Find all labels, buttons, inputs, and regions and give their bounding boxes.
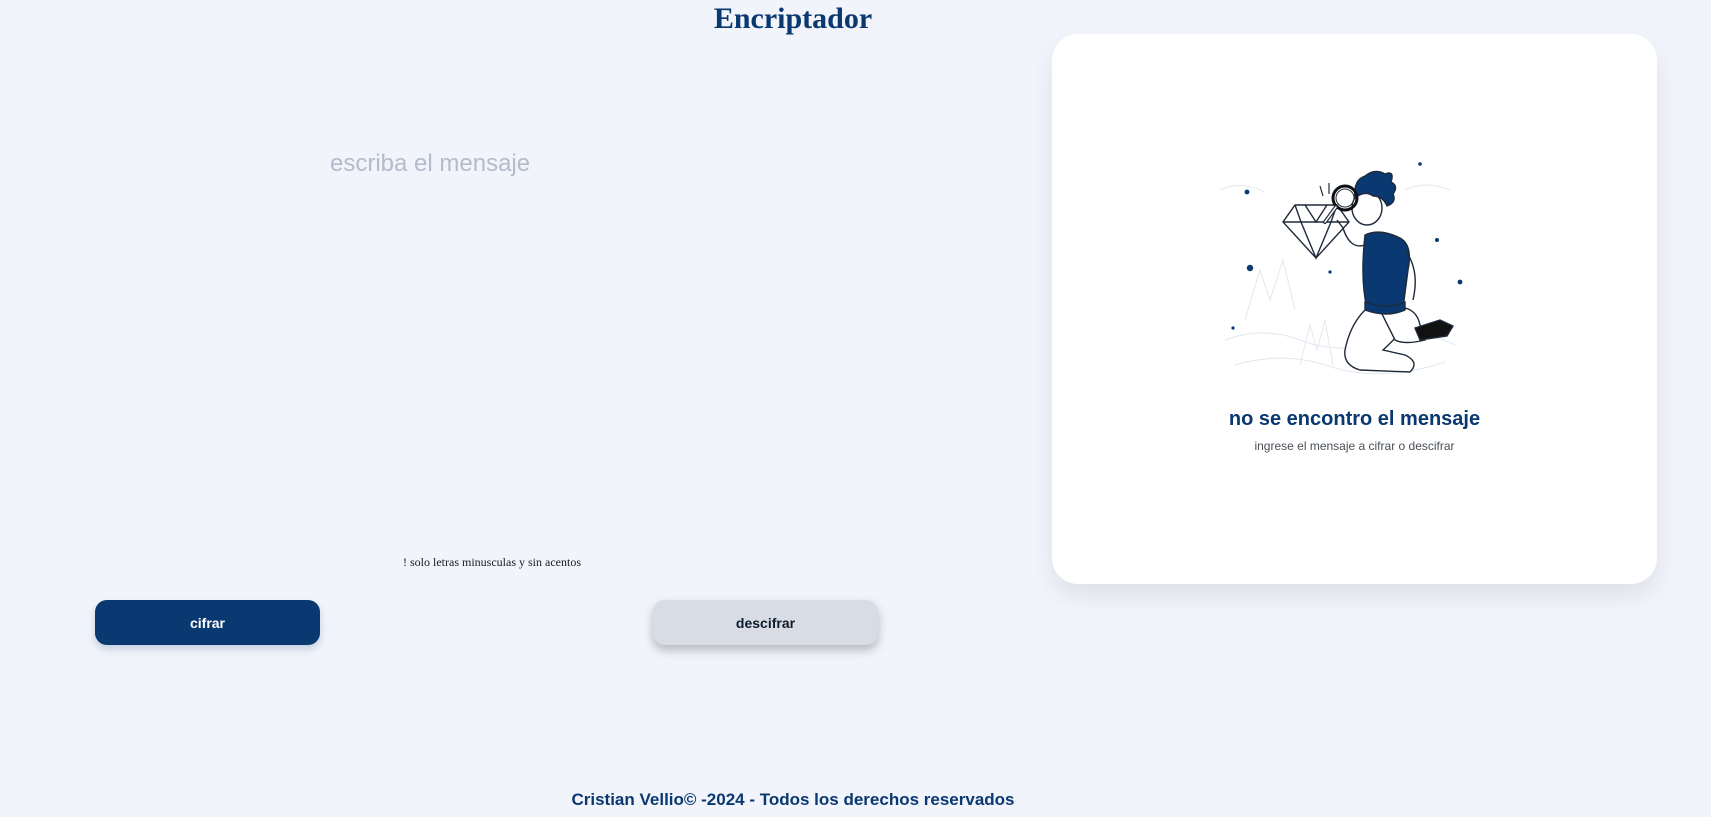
empty-state-subtitle: ingrese el mensaje a cifrar o descifrar xyxy=(1254,439,1455,453)
empty-state-title: no se encontro el mensaje xyxy=(1228,408,1481,430)
footer-copyright: Cristian Vellio© -2024 - Todos los derec… xyxy=(571,790,1015,809)
message-input[interactable] xyxy=(330,150,970,540)
decrypt-button[interactable]: descifrar xyxy=(653,600,878,645)
input-warning: ! solo letras minusculas y sin acentos xyxy=(403,555,581,569)
encrypt-button[interactable]: cifrar xyxy=(95,600,320,645)
empty-state-illustration xyxy=(1219,162,1463,375)
diamond-icon xyxy=(1282,204,1350,260)
page-title: Encriptador xyxy=(713,2,873,35)
